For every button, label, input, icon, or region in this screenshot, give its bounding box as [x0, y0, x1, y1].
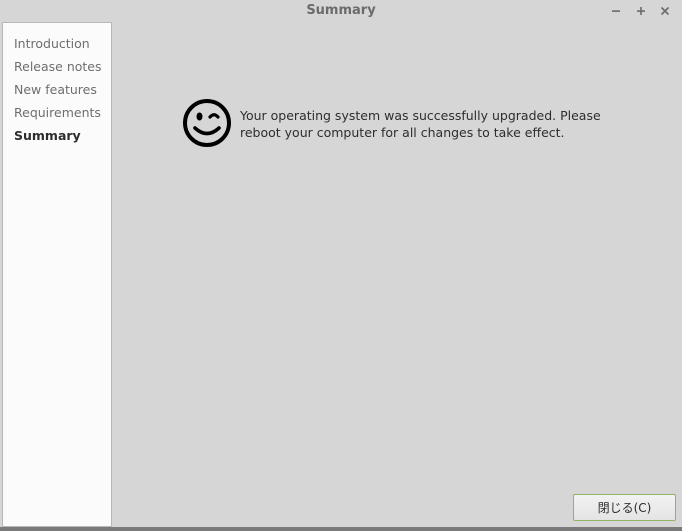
- title-bar[interactable]: Summary: [0, 0, 682, 22]
- upgrade-success-message: Your operating system was successfully u…: [240, 108, 601, 140]
- close-button[interactable]: 閉じる(C): [573, 494, 676, 521]
- maximize-icon: [637, 7, 645, 15]
- sidebar: Introduction Release notes New features …: [2, 22, 112, 527]
- minimize-icon: [612, 10, 620, 12]
- window-bottom-edge: [0, 527, 682, 531]
- sidebar-item-summary[interactable]: Summary: [14, 128, 81, 143]
- upgrade-window: Summary Introduction Release notes New f…: [0, 0, 682, 531]
- maximize-button[interactable]: [632, 2, 650, 20]
- close-window-button[interactable]: [656, 2, 674, 20]
- sidebar-item-new-features[interactable]: New features: [14, 82, 97, 97]
- minimize-button[interactable]: [607, 2, 625, 20]
- close-icon: [660, 6, 670, 16]
- window-title: Summary: [306, 3, 376, 18]
- sidebar-item-requirements[interactable]: Requirements: [14, 105, 101, 120]
- sidebar-item-introduction[interactable]: Introduction: [14, 36, 90, 51]
- wink-smiley-icon: [183, 99, 231, 147]
- sidebar-item-release-notes[interactable]: Release notes: [14, 59, 102, 74]
